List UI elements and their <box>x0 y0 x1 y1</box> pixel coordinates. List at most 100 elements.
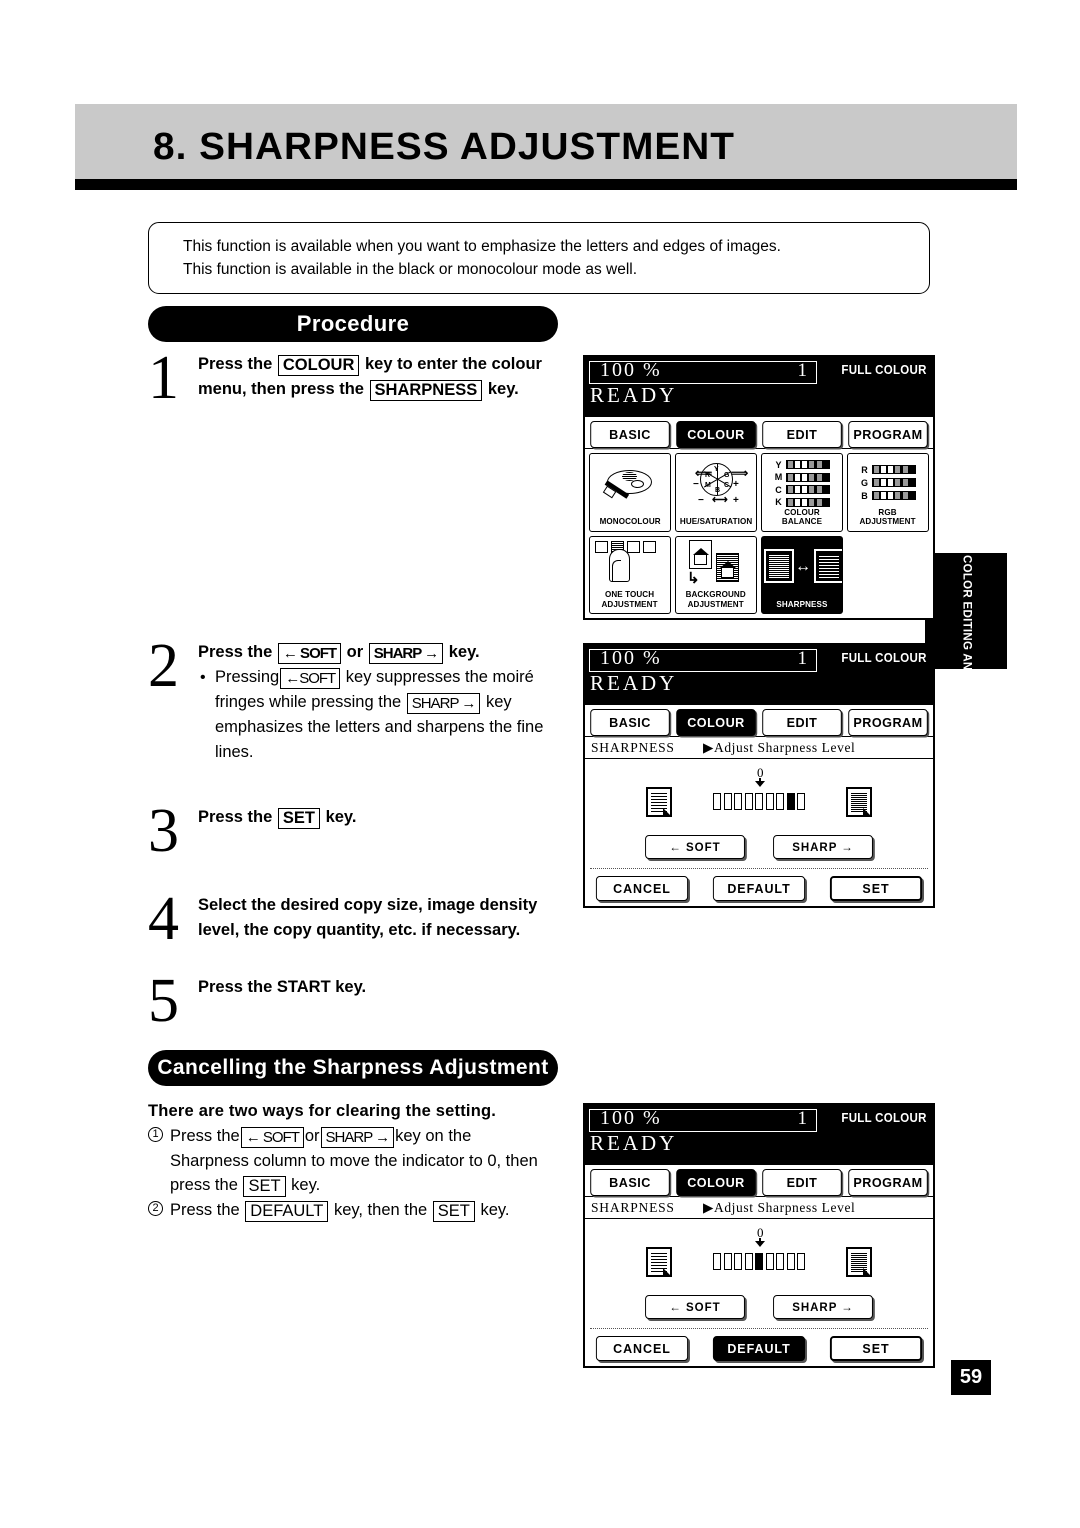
sharpness-scale-step[interactable] <box>765 1253 774 1270</box>
sharpness-pages-icon: ↔ <box>762 537 842 600</box>
sharp-key-label[interactable]: SHARP → <box>368 643 444 664</box>
lcd2-status-bar: 100 % 1 <box>589 647 817 672</box>
sharpness-scale-step[interactable] <box>723 793 732 810</box>
set-button-3[interactable]: SET <box>829 1336 923 1361</box>
sharpness-key-label[interactable]: SHARPNESS <box>369 380 483 401</box>
set-button-2[interactable]: SET <box>829 876 923 901</box>
soft-key-label[interactable]: ← SOFT <box>277 643 342 664</box>
cancel-item-2-number: 2 <box>148 1200 163 1216</box>
tab-colour-2[interactable]: COLOUR <box>676 709 756 736</box>
function-button-monocolour[interactable]: MONOCOLOUR <box>589 453 671 532</box>
sharp-key-label-3[interactable]: SHARP → <box>320 1127 395 1148</box>
sharpness-scale-step[interactable] <box>734 1253 742 1270</box>
function-button-colour-balance[interactable]: Y M C K COLOUR BALANCE <box>761 453 843 532</box>
sharp-key-label-2[interactable]: SHARP → <box>406 693 481 714</box>
lcd3-tab-row: BASIC COLOUR EDIT PROGRAM <box>585 1165 933 1197</box>
cancel-item-1-number: 1 <box>148 1127 163 1142</box>
sharpness-scale-step[interactable] <box>765 793 774 810</box>
default-button-3[interactable]: DEFAULT <box>712 1336 806 1361</box>
step-2-text-c: key. <box>448 643 480 661</box>
colour-key-label[interactable]: COLOUR <box>277 355 360 376</box>
lcd2-sharpness-slider[interactable]: 0 <box>588 763 930 835</box>
sharpness-scale-2[interactable] <box>713 793 805 810</box>
tab-colour-3[interactable]: COLOUR <box>676 1169 756 1196</box>
step-4-line-1: Select the desired copy size, image dens… <box>198 896 538 914</box>
tab-edit-2[interactable]: EDIT <box>762 709 842 736</box>
cancel-button-2[interactable]: CANCEL <box>595 876 689 901</box>
tab-program[interactable]: PROGRAM <box>848 421 928 448</box>
tab-edit[interactable]: EDIT <box>762 421 842 448</box>
sharpness-scale-step[interactable] <box>797 1253 805 1270</box>
lcd1-copy-quantity: 1 <box>797 360 808 381</box>
sharpness-scale-step[interactable] <box>713 793 721 810</box>
tab-program-3[interactable]: PROGRAM <box>848 1169 928 1196</box>
channel-label-k: K <box>775 497 782 507</box>
sharpness-scale-step[interactable] <box>723 1253 732 1270</box>
tab-basic-2[interactable]: BASIC <box>590 709 670 736</box>
sharpness-scale-step[interactable] <box>786 1253 795 1270</box>
default-key-label[interactable]: DEFAULT <box>245 1200 329 1222</box>
lcd2-function-title: SHARPNESS ▶Adjust Sharpness Level <box>585 737 933 759</box>
set-key-label-2[interactable]: SET <box>243 1176 286 1197</box>
soft-button-2[interactable]: ← SOFT <box>645 835 745 859</box>
tab-basic[interactable]: BASIC <box>590 421 670 448</box>
function-button-background-adjustment[interactable]: ↳ BACKGROUND ADJUSTMENT <box>675 535 757 614</box>
sharpness-scale-step[interactable] <box>713 1253 721 1270</box>
lcd3-zoom-value: 100 % <box>600 1107 662 1129</box>
function-button-rgb-adjustment[interactable]: R G B RGB ADJUSTMENT <box>847 453 929 532</box>
soft-page-icon-3 <box>646 1247 673 1278</box>
step-1-text-c: menu, then press the <box>198 380 364 398</box>
zero-label-3: 0 <box>757 1225 764 1240</box>
cancel-item-1: 1 Press the ← SOFT or SHARP → key on the Sha… <box>148 1124 568 1198</box>
step-1-text-a: Press the <box>198 355 273 373</box>
sharpness-scale-step[interactable] <box>776 1253 784 1270</box>
sharpness-scale-step[interactable] <box>744 793 753 810</box>
sharpness-scale-step[interactable] <box>734 793 742 810</box>
sharp-button-3[interactable]: SHARP → <box>773 1295 873 1319</box>
sharpness-scale-step[interactable] <box>744 1253 753 1270</box>
sharpness-scale-step[interactable] <box>776 793 784 810</box>
set-key-label-3[interactable]: SET <box>432 1200 475 1222</box>
cancel-1-text-a: Press the <box>170 1127 240 1145</box>
two-pages-icon: ↳ <box>676 537 756 591</box>
lcd3-soft-sharp-row: ← SOFT SHARP → <box>588 1295 930 1325</box>
sharpness-scale-step[interactable] <box>755 1253 763 1270</box>
default-button-2[interactable]: DEFAULT <box>712 876 806 901</box>
tab-program-2[interactable]: PROGRAM <box>848 709 928 736</box>
step-1-number: 1 <box>148 344 179 412</box>
step-3-text-b: key. <box>325 808 357 826</box>
lcd3-colour-mode: FULL COLOUR <box>841 1111 927 1125</box>
lcd3-bottom-row: CANCEL DEFAULT SET <box>588 1329 930 1361</box>
sharpness-scale-step[interactable] <box>786 793 795 810</box>
function-label-monocolour: MONOCOLOUR <box>599 516 661 526</box>
tab-colour[interactable]: COLOUR <box>676 421 756 448</box>
function-button-sharpness[interactable]: ↔ SHARPNESS <box>761 535 843 614</box>
lcd3-copy-quantity: 1 <box>797 1108 808 1129</box>
function-button-one-touch-adjustment[interactable]: ONE TOUCH ADJUSTMENT <box>589 535 671 614</box>
function-label-background-adjustment: BACKGROUND ADJUSTMENT <box>685 589 747 609</box>
sharpness-scale-step[interactable] <box>797 793 805 810</box>
zero-label-2: 0 <box>757 765 764 780</box>
sharpness-scale-step[interactable] <box>755 793 763 810</box>
soft-key-label-2[interactable]: ←SOFT <box>280 668 341 689</box>
cancelling-heading: Cancelling the Sharpness Adjustment <box>148 1050 558 1086</box>
colour-wheel-icon: Y G C B M R − + − ⟷ + ⟸ ⟹ <box>676 454 756 517</box>
lcd2-status-text: READY <box>590 671 678 695</box>
channel-label-m: M <box>774 472 783 482</box>
lcd3-sharpness-slider[interactable]: 0 <box>588 1223 930 1295</box>
cancel-button-3[interactable]: CANCEL <box>595 1336 689 1361</box>
set-key-label[interactable]: SET <box>277 808 320 829</box>
soft-button-3[interactable]: ← SOFT <box>645 1295 745 1319</box>
sharpness-scale-3[interactable] <box>713 1253 805 1270</box>
intro-box: This function is available when you want… <box>148 222 930 294</box>
tab-edit-3[interactable]: EDIT <box>762 1169 842 1196</box>
lcd2-prompt-text: ▶Adjust Sharpness Level <box>703 740 856 755</box>
step-2-text-i: lines. <box>215 743 254 761</box>
step-1-line-1: Press the COLOUR key to enter the colour <box>198 352 542 377</box>
function-button-hue-saturation[interactable]: Y G C B M R − + − ⟷ + ⟸ ⟹ HUE/SATURATION <box>675 453 757 532</box>
soft-key-label-3[interactable]: ← SOFT <box>240 1127 304 1148</box>
sharp-page-icon <box>846 787 873 818</box>
tab-basic-3[interactable]: BASIC <box>590 1169 670 1196</box>
lcd3-body: 0 ← SOFT SHARP → CANCEL DEFAULT SET <box>588 1223 930 1363</box>
sharp-button-2[interactable]: SHARP → <box>773 835 873 859</box>
